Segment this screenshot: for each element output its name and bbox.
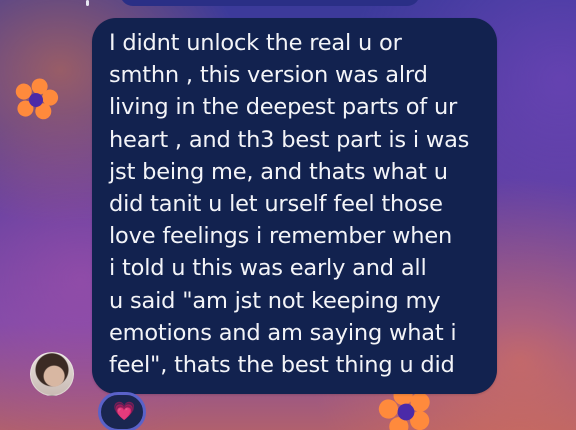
top-divider — [86, 0, 89, 6]
previous-message-bubble[interactable] — [120, 0, 420, 6]
message-line: did tanit u let urself feel those — [109, 191, 443, 218]
message-line: living in the deepest parts of ur — [109, 94, 458, 121]
message-line: love feelings i remember when — [109, 223, 453, 250]
message-line: u said "am jst not keeping my — [109, 287, 441, 314]
message-line: I didnt unlock the real u or — [109, 30, 402, 56]
message-line: feel", thats the best thing u did — [109, 352, 455, 379]
message-text: I didnt unlock the real u or smthn , thi… — [109, 27, 489, 381]
reaction-badge[interactable]: 💗 — [98, 392, 146, 430]
message-line: smthn , this version was alrd — [109, 62, 428, 89]
avatar[interactable] — [30, 352, 74, 396]
flower-icon — [9, 73, 63, 127]
message-line: emotions and am saying what i — [109, 319, 457, 346]
heart-icon: 💗 — [113, 401, 136, 422]
message-line: i told u this was early and all — [109, 255, 427, 282]
message-line: jst being me, and thats what u — [109, 158, 448, 185]
message-line: heart , and th3 best part is i was — [109, 126, 470, 153]
